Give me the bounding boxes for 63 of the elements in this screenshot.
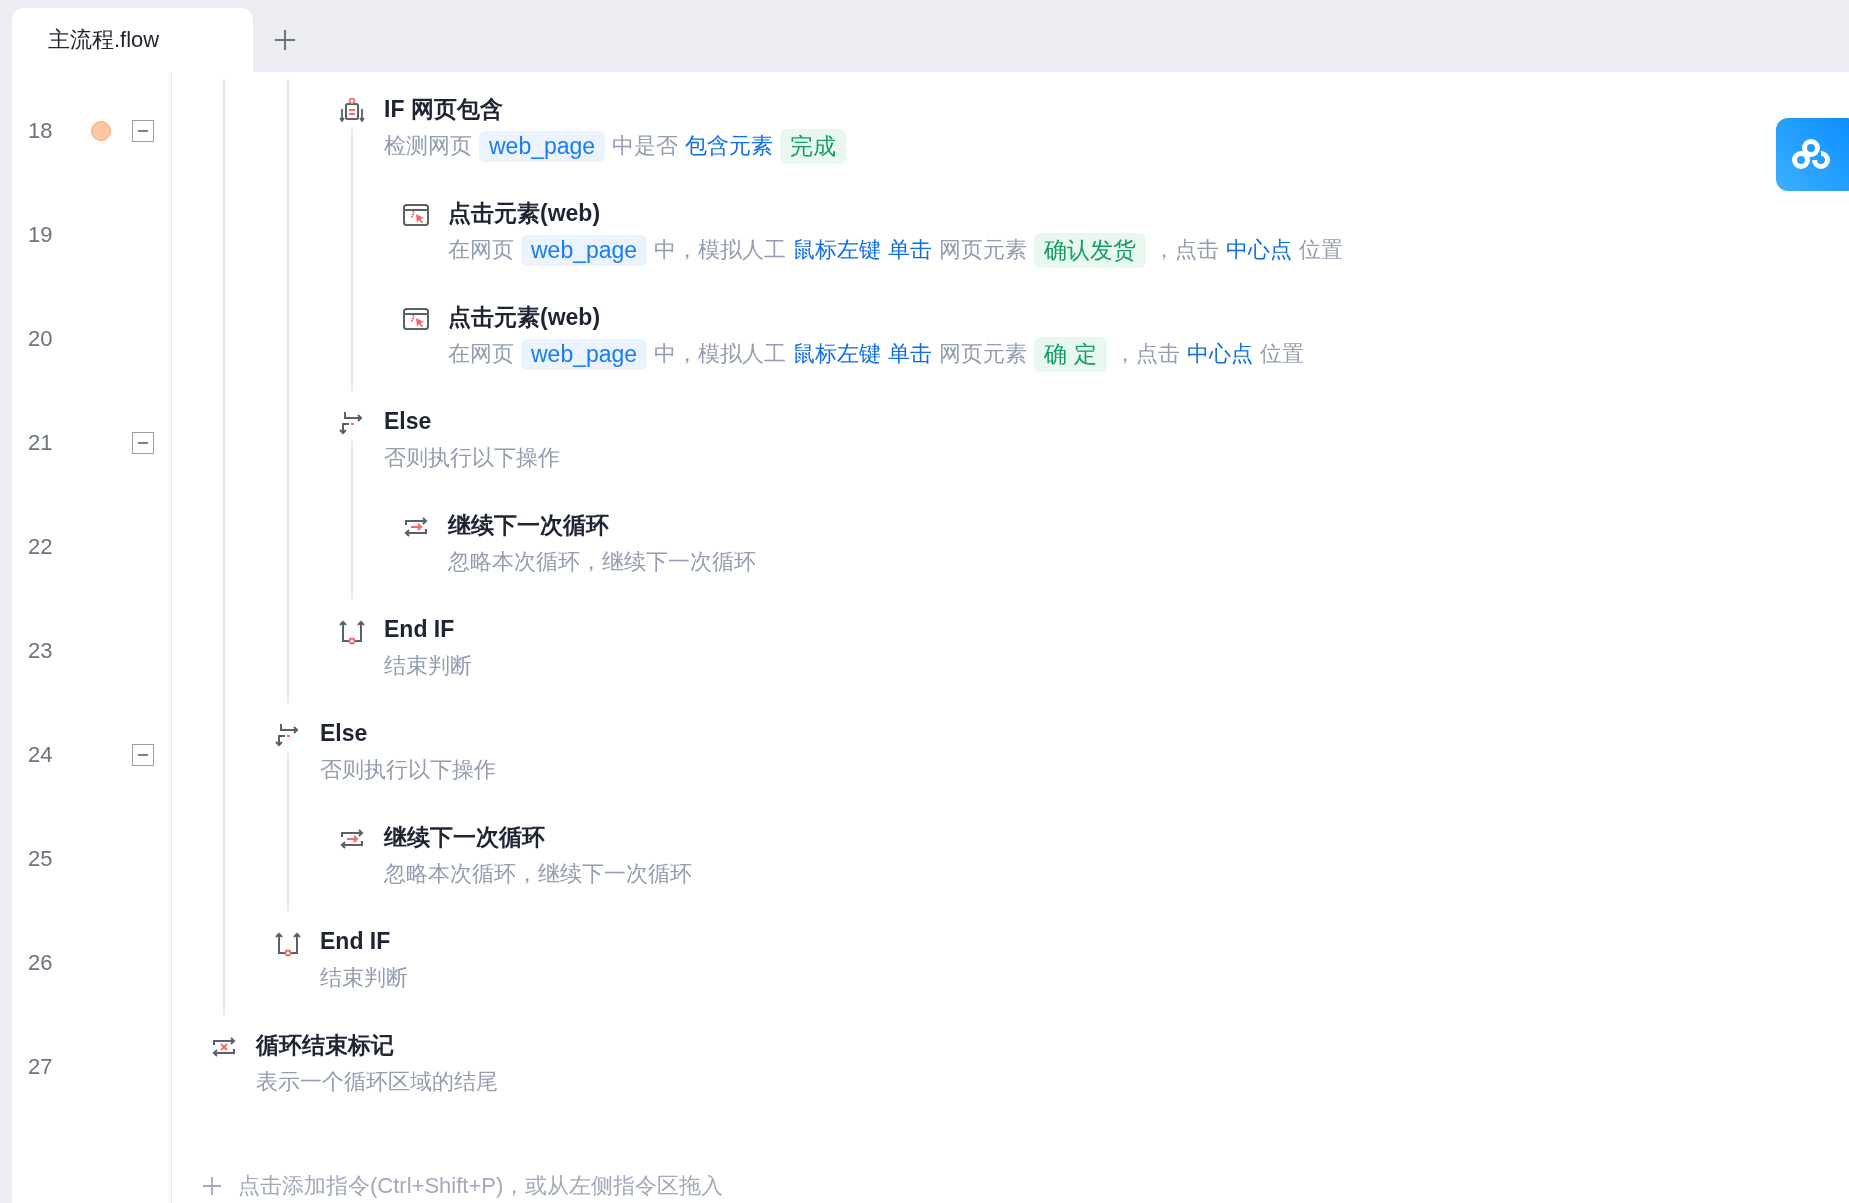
step-title[interactable]: 循环结束标记 <box>256 1030 394 1060</box>
description-text: 否则执行以下操作 <box>384 444 560 472</box>
description-text: ，点击 <box>1153 236 1220 264</box>
parameter-link[interactable]: 中心点 <box>1226 235 1293 265</box>
parameter-link[interactable]: 鼠标左键 <box>793 235 882 265</box>
description-text: 网页元素 <box>939 340 1028 368</box>
element-tag[interactable]: 确 定 <box>1034 336 1107 372</box>
line-number: 22 <box>28 534 53 560</box>
line-number: 19 <box>28 222 53 248</box>
element-tag[interactable]: 完成 <box>780 128 847 164</box>
step-title[interactable]: End IF <box>320 926 391 956</box>
element-tag[interactable]: 确认发货 <box>1034 232 1147 268</box>
description-text: 中，模拟人工 <box>654 236 787 264</box>
step-title[interactable]: IF 网页包含 <box>384 94 503 124</box>
line-number: 27 <box>28 1054 53 1080</box>
step-title[interactable]: Else <box>320 718 368 748</box>
step-title[interactable]: 点击元素(web) <box>448 302 601 332</box>
browser-click-icon <box>402 201 430 229</box>
description-text: 忽略本次循环，继续下一次循环 <box>384 860 692 888</box>
parameter-link[interactable]: 包含元素 <box>685 131 774 161</box>
parameter-link[interactable]: 单击 <box>888 235 933 265</box>
description-text: 网页元素 <box>939 236 1028 264</box>
description-text: 结束判断 <box>320 964 408 992</box>
collapse-button[interactable] <box>132 432 154 454</box>
description-text: ，点击 <box>1113 340 1180 368</box>
plus-icon <box>273 28 297 52</box>
line-number: 21 <box>28 430 53 456</box>
variable-chip[interactable]: web_page <box>479 130 606 162</box>
assistant-button[interactable] <box>1776 118 1849 191</box>
step-title[interactable]: Else <box>384 406 432 436</box>
step-title[interactable]: 点击元素(web) <box>448 198 601 228</box>
variable-chip[interactable]: web_page <box>521 338 648 370</box>
description-text: 忽略本次循环，继续下一次循环 <box>448 548 756 576</box>
description-text: 位置 <box>1299 236 1344 264</box>
line-number: 20 <box>28 326 53 352</box>
line-number: 26 <box>28 950 53 976</box>
document-arrows-icon <box>338 97 366 125</box>
collapse-button[interactable] <box>132 744 154 766</box>
description-text: 在网页 <box>448 236 514 264</box>
parameter-link[interactable]: 单击 <box>888 339 933 369</box>
description-text: 否则执行以下操作 <box>320 756 496 784</box>
line-number: 18 <box>28 118 53 144</box>
description-text: 位置 <box>1259 340 1304 368</box>
description-text: 中，模拟人工 <box>654 340 787 368</box>
parameter-link[interactable]: 中心点 <box>1186 339 1253 369</box>
description-text: 中是否 <box>612 132 679 160</box>
line-number: 25 <box>28 846 53 872</box>
file-tab[interactable]: 主流程.flow <box>12 8 253 72</box>
description-text: 表示一个循环区域的结尾 <box>256 1068 498 1096</box>
breakpoint-dot[interactable] <box>91 121 111 141</box>
description-text: 结束判断 <box>384 652 472 680</box>
variable-chip[interactable]: web_page <box>521 234 648 266</box>
description-text: 在网页 <box>448 340 514 368</box>
browser-click-icon <box>402 305 430 333</box>
description-text: 检测网页 <box>384 132 472 160</box>
line-number: 24 <box>28 742 53 768</box>
step-title[interactable]: 继续下一次循环 <box>384 822 545 852</box>
step-title[interactable]: End IF <box>384 614 455 644</box>
collapse-button[interactable] <box>132 120 154 142</box>
step-title[interactable]: 继续下一次循环 <box>448 510 609 540</box>
plus-icon <box>202 1176 222 1196</box>
line-number: 23 <box>28 638 53 664</box>
parameter-link[interactable]: 鼠标左键 <box>793 339 882 369</box>
